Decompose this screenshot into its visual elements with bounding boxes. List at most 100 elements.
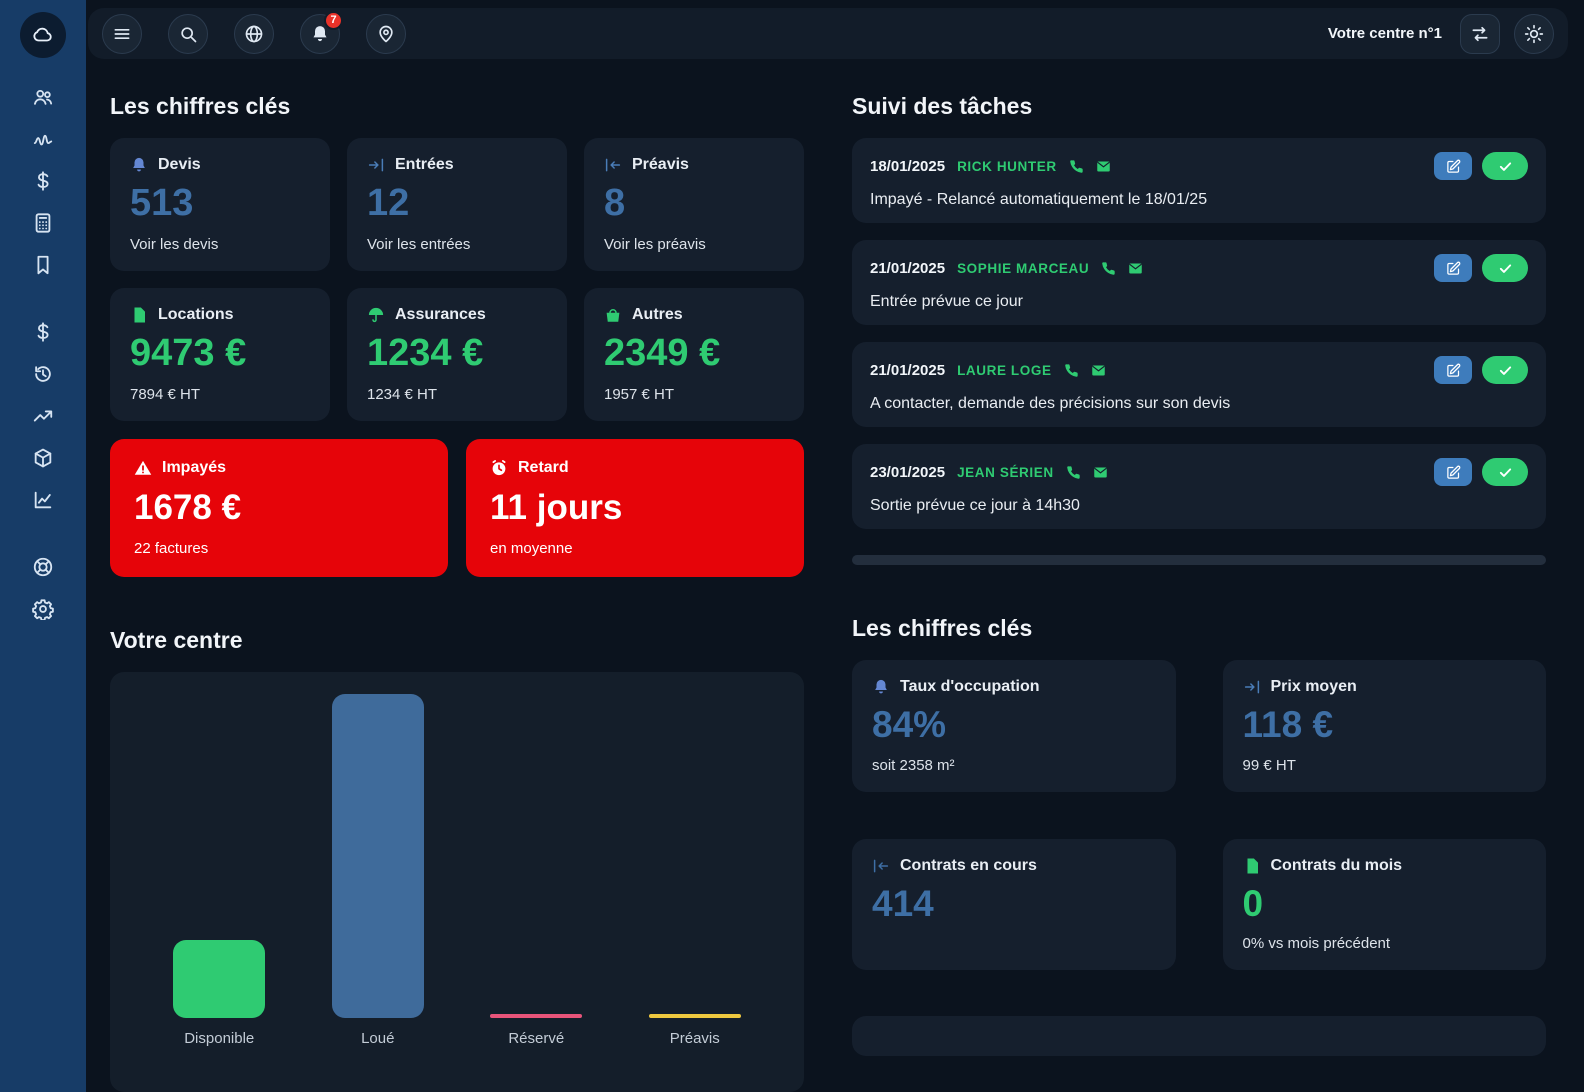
search-button[interactable] <box>168 14 208 54</box>
stat-label: Taux d'occupation <box>900 678 1040 696</box>
pencil-icon <box>1446 363 1461 378</box>
sidebar-item-bookmarks[interactable] <box>22 244 64 286</box>
swap-icon <box>1470 24 1490 44</box>
task-date: 21/01/2025 <box>870 362 945 379</box>
email-button[interactable] <box>1093 465 1108 480</box>
stat-value: 84% <box>872 704 1156 747</box>
alert-grid: Impayés 1678 € 22 factures Retard 11 jou… <box>110 439 804 577</box>
occupancy-bar-chart: Disponible Loué Réservé Préavis <box>110 672 804 1092</box>
stat-card-autres: Autres 2349 € 1957 € HT <box>584 288 804 421</box>
stat-card-assurances: Assurances 1234 € 1234 € HT <box>347 288 567 421</box>
app-logo[interactable] <box>20 12 66 58</box>
complete-task-button[interactable] <box>1482 152 1528 180</box>
call-button[interactable] <box>1101 261 1116 276</box>
sidebar-item-help[interactable] <box>22 546 64 588</box>
email-button[interactable] <box>1128 261 1143 276</box>
key-figures-title: Les chiffres clés <box>110 93 804 120</box>
stat-card-locations: Locations 9473 € 7894 € HT <box>110 288 330 421</box>
stat-card-taux-occupation: Taux d'occupation 84% soit 2358 m² <box>852 660 1176 792</box>
menu-icon <box>112 24 132 44</box>
notifications-button[interactable]: 7 <box>300 14 340 54</box>
call-button[interactable] <box>1066 465 1081 480</box>
cloud-logo-icon <box>32 24 54 46</box>
sidebar-nav-middle <box>22 311 64 521</box>
sidebar-item-stock[interactable] <box>22 437 64 479</box>
stat-label: Devis <box>158 156 201 174</box>
sidebar-item-settings[interactable] <box>22 588 64 630</box>
chart-line-icon <box>32 489 54 511</box>
stat-sub: soit 2358 m² <box>872 757 1156 774</box>
check-icon <box>1498 159 1513 174</box>
stat-link[interactable]: Voir les devis <box>130 236 310 253</box>
edit-task-button[interactable] <box>1434 254 1472 282</box>
stat-value: 1234 € <box>367 332 547 376</box>
sidebar-nav-bottom <box>22 546 64 630</box>
theme-toggle-button[interactable] <box>1514 14 1554 54</box>
bell-icon <box>130 156 148 174</box>
bar-reserve <box>490 1014 582 1018</box>
location-button[interactable] <box>366 14 406 54</box>
call-button[interactable] <box>1064 363 1079 378</box>
menu-button[interactable] <box>102 14 142 54</box>
tasks-scrollbar[interactable] <box>852 555 1546 565</box>
signature-icon <box>32 128 54 150</box>
chart-label-loue: Loué <box>299 1030 458 1047</box>
phone-icon <box>1066 465 1081 480</box>
edit-task-button[interactable] <box>1434 152 1472 180</box>
task-date: 18/01/2025 <box>870 158 945 175</box>
life-ring-icon <box>32 556 54 578</box>
complete-task-button[interactable] <box>1482 458 1528 486</box>
edit-task-button[interactable] <box>1434 458 1472 486</box>
sidebar-item-accounting[interactable] <box>22 202 64 244</box>
chart-label-reserve: Réservé <box>457 1030 616 1047</box>
task-item: 21/01/2025 LAURE LOGE A contacter, deman… <box>852 342 1546 427</box>
search-icon <box>178 24 198 44</box>
complete-task-button[interactable] <box>1482 356 1528 384</box>
call-button[interactable] <box>1069 159 1084 174</box>
stat-sub: 1234 € HT <box>367 386 547 403</box>
bar-disponible <box>173 940 265 1018</box>
sidebar-item-reports[interactable] <box>22 479 64 521</box>
stat-label: Autres <box>632 306 683 324</box>
sidebar-item-history[interactable] <box>22 353 64 395</box>
check-icon <box>1498 465 1513 480</box>
stat-card-prix-moyen: Prix moyen 118 € 99 € HT <box>1223 660 1547 792</box>
stat-card-preavis: Préavis 8 Voir les préavis <box>584 138 804 271</box>
sidebar-item-finance[interactable] <box>22 311 64 353</box>
task-text: Entrée prévue ce jour <box>870 293 1528 311</box>
center-chart-title: Votre centre <box>110 627 804 654</box>
alert-value: 1678 € <box>134 488 424 528</box>
dollar-icon <box>32 321 54 343</box>
sidebar-item-contacts[interactable] <box>22 76 64 118</box>
sidebar-item-billing[interactable] <box>22 160 64 202</box>
stat-link[interactable]: Voir les entrées <box>367 236 547 253</box>
task-item: 21/01/2025 SOPHIE MARCEAU Entrée prévue … <box>852 240 1546 325</box>
email-button[interactable] <box>1091 363 1106 378</box>
phone-icon <box>1069 159 1084 174</box>
sidebar-item-contracts[interactable] <box>22 118 64 160</box>
task-contact-name: LAURE LOGE <box>957 363 1052 378</box>
stat-label: Assurances <box>395 306 486 324</box>
globe-icon <box>244 24 264 44</box>
topbar-right: Votre centre n°1 <box>1328 14 1554 54</box>
alert-card-impayes: Impayés 1678 € 22 factures <box>110 439 448 577</box>
stat-link[interactable]: Voir les préavis <box>604 236 784 253</box>
stat-value: 9473 € <box>130 332 310 376</box>
right-column: Suivi des tâches 18/01/2025 RICK HUNTER … <box>852 59 1546 1056</box>
stat-label: Préavis <box>632 156 689 174</box>
stat-value: 414 <box>872 883 1156 926</box>
switch-center-button[interactable] <box>1460 14 1500 54</box>
language-button[interactable] <box>234 14 274 54</box>
right-stat-grid: Taux d'occupation 84% soit 2358 m² Prix … <box>852 660 1546 970</box>
stat-card-contrats-en-cours: Contrats en cours 414 <box>852 839 1176 971</box>
stat-sub: 7894 € HT <box>130 386 310 403</box>
arrow-out-icon <box>604 156 622 174</box>
dollar-icon <box>32 170 54 192</box>
file-icon <box>1243 857 1261 875</box>
complete-task-button[interactable] <box>1482 254 1528 282</box>
email-button[interactable] <box>1096 159 1111 174</box>
sidebar-item-trends[interactable] <box>22 395 64 437</box>
edit-task-button[interactable] <box>1434 356 1472 384</box>
stat-label: Locations <box>158 306 234 324</box>
content: Les chiffres clés Devis 513 Voir les dev… <box>86 59 1584 1092</box>
